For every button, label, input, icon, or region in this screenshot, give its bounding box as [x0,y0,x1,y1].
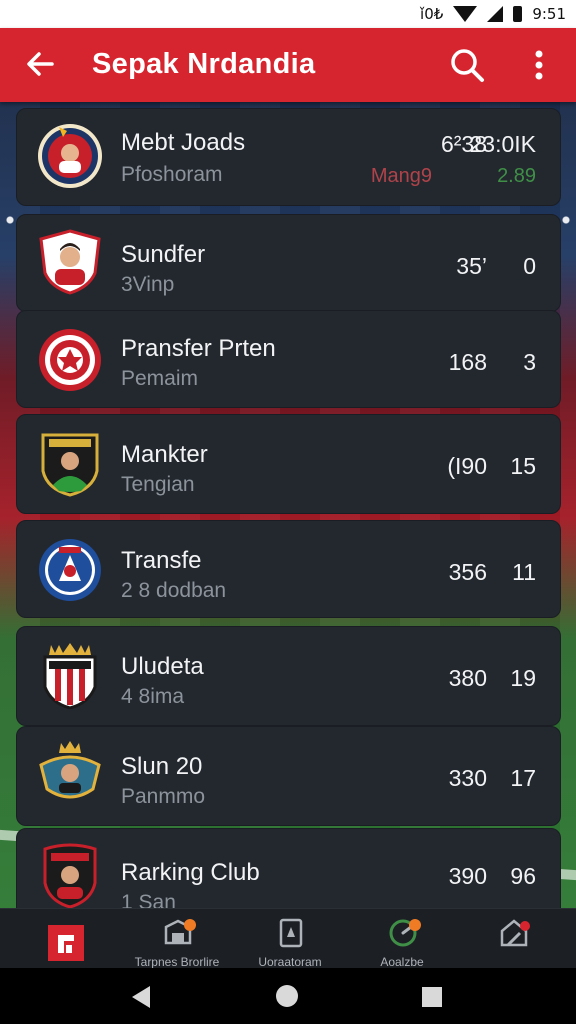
club-row[interactable]: Uludeta 4 8ima 380 19 [16,626,561,726]
club-badge-icon [39,539,101,601]
club-subtitle: Panmmo [121,785,206,808]
notification-dot [409,919,421,931]
status-time: 9:51 [532,5,566,23]
club-substat-2: 2.89 [497,165,536,187]
club-badge-icon [39,229,101,295]
battery-icon [513,6,523,22]
club-stat-1: 168 [448,349,487,375]
club-name: Pransfer Prten [121,335,276,362]
club-row[interactable]: Mankter Tengian (I90 15 [16,414,561,514]
club-row[interactable]: Sundfer 3Vinp 35’ 0 [16,214,561,312]
nav-label: Uoraatoram [258,955,322,969]
nav-item-stadium[interactable] [458,909,568,969]
bottom-nav: Tarpnes Brorlire Uoraatoram Aoalzbe [0,908,576,969]
nav-item-analytics[interactable]: Aoalzbe [347,909,457,969]
club-subtitle: 3Vinp [121,273,175,296]
club-name: Slun 20 [121,753,203,780]
card-icon [279,918,303,948]
club-row[interactable]: Transfe 2 8 dodban 356 11 [16,520,561,618]
club-name: Mebt Joads [121,129,246,156]
club-row[interactable]: Pransfer Prten Pemaim 168 3 [16,310,561,408]
club-subtitle: Tengian [121,473,195,496]
system-home-icon[interactable] [276,985,298,1007]
search-icon[interactable] [448,46,486,84]
club-subtitle: 4 8ima [121,685,185,708]
system-nav-bar [0,968,576,1024]
nav-item-cards[interactable]: Uoraatoram [235,909,345,969]
club-name: Rarking Club [121,859,260,886]
club-row[interactable]: Mebt Joads Pfoshoram 6²38 23:0IK Mang9 2… [16,108,561,206]
wifi-icon [453,6,478,22]
club-stat-2: 11 [512,559,536,585]
nav-label: Aoalzbe [380,955,424,969]
club-badge-icon [39,329,101,391]
club-stat-2: 23:0IK [469,131,537,157]
club-stat-2: 15 [510,453,536,479]
page-title: Sepak Nrdandia [92,48,316,80]
club-substat-1: Mang9 [370,165,432,187]
club-badge-icon [43,643,97,709]
club-name: Uludeta [121,653,204,680]
status-left-text: ǐ0₺ [420,5,444,23]
club-name: Sundfer [121,241,206,268]
system-back-icon[interactable] [132,986,150,1008]
status-bar: ǐ0₺ 9:51 [0,0,576,28]
more-vertical-icon[interactable] [524,46,554,84]
club-stat-2: 17 [510,765,536,791]
club-badge-icon [43,843,97,909]
club-row[interactable]: Slun 20 Panmmo 330 17 [16,726,561,826]
club-subtitle: Pfoshoram [121,163,223,186]
signal-icon [487,6,504,22]
club-subtitle: Pemaim [121,367,199,390]
nav-item-transfers[interactable]: Tarpnes Brorlire [122,909,232,969]
club-stat-2: 0 [523,253,536,279]
club-stat-1: (I90 [447,453,487,479]
notification-dot [520,921,530,931]
club-stat-1: 330 [448,765,487,791]
club-stat-2: 3 [523,349,536,375]
club-stat-1: 390 [448,863,487,889]
system-recents-icon[interactable] [422,987,442,1007]
club-stat-1: 380 [448,665,487,691]
club-badge-icon [41,433,99,497]
club-home-icon [48,925,84,961]
club-name: Mankter [121,441,208,468]
club-stat-2: 19 [510,665,536,691]
app-bar: Sepak Nrdandia [0,28,576,102]
nav-label: Tarpnes Brorlire [134,955,220,969]
club-stat-1: 35’ [456,253,487,279]
club-name: Transfe [121,547,202,574]
nav-item-club[interactable] [12,909,122,969]
arrow-left-icon[interactable] [22,46,58,82]
notification-dot [184,919,196,931]
club-badge-icon [39,741,101,799]
club-stat-1: 356 [448,559,487,585]
club-stat-2: 96 [510,863,536,889]
club-badge-icon [38,124,102,188]
club-subtitle: 2 8 dodban [121,579,227,602]
